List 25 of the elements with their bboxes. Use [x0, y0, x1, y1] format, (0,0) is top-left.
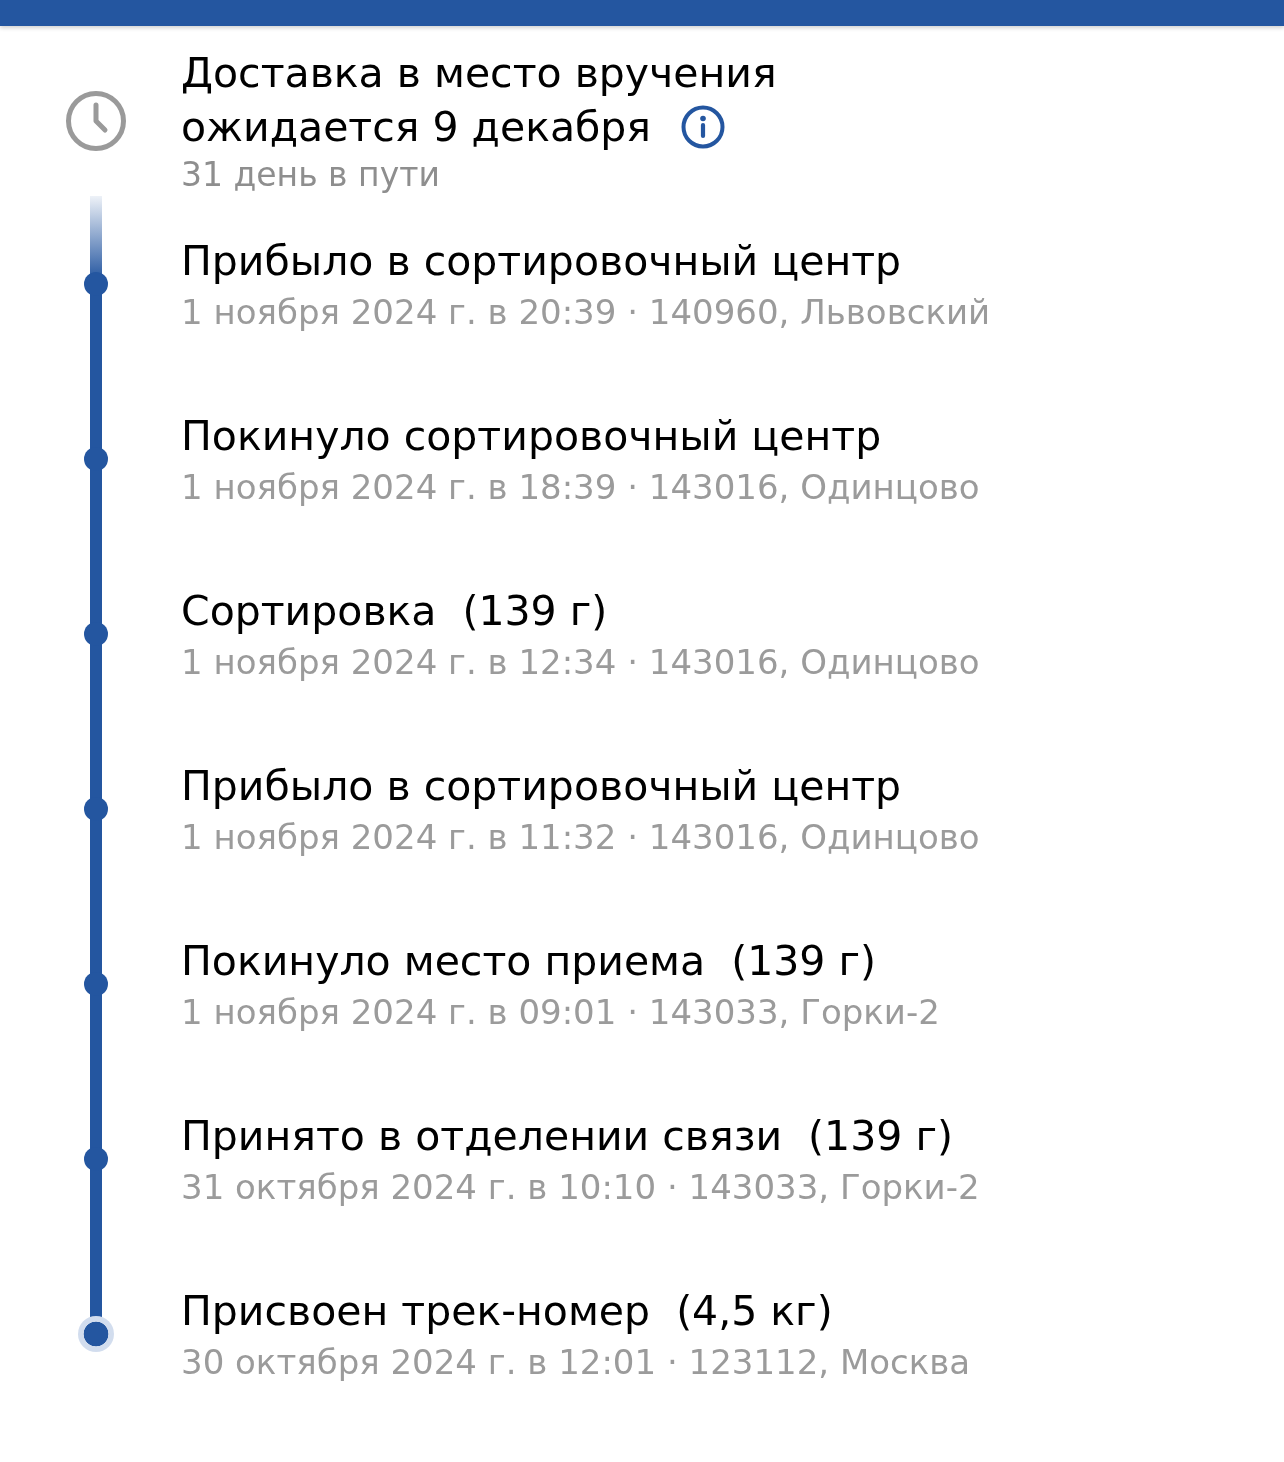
weight-label: (139 г) [731, 937, 876, 985]
event-title: Присвоен трек-номер [181, 1287, 651, 1335]
weight-label: (139 г) [462, 587, 608, 635]
transit-days: 31 день в пути [181, 154, 1284, 196]
info-icon[interactable] [681, 105, 726, 149]
weight-label: (139 г) [808, 1112, 953, 1160]
event-details: 1 ноября 2024 г. в 18:39 · 143016, Одинцово [181, 466, 981, 509]
event-title: Сортировка [181, 587, 437, 635]
event-details: 31 октября 2024 г. в 10:10 · 143033, Горки-2 [181, 1166, 981, 1209]
event-title: Прибыло в сортировочный центр [181, 237, 902, 285]
event-title: Принято в отделении связи [181, 1112, 783, 1160]
event-details: 1 ноября 2024 г. в 09:01 · 143033, Горки-2 [181, 991, 941, 1034]
event-title: Прибыло в сортировочный центр [181, 762, 902, 810]
event-details: 1 ноября 2024 г. в 20:39 · 140960, Львовский [181, 291, 992, 334]
delivery-estimate: ожидается 9 декабря [181, 102, 652, 153]
event-details: 1 ноября 2024 г. в 11:32 · 143016, Одинцово [181, 816, 981, 859]
timeline-dot-icon [84, 272, 108, 296]
delivery-estimate: Доставка в место вручения [181, 48, 777, 99]
start-dot-icon [78, 1316, 114, 1352]
clock-icon [65, 90, 127, 152]
event-details: 30 октября 2024 г. в 12:01 · 123112, Москва [181, 1341, 972, 1384]
weight-label: (4,5 кг) [676, 1287, 833, 1335]
event-title: Покинуло сортировочный центр [181, 412, 882, 460]
event-title: Покинуло место приема [181, 937, 706, 985]
event-details: 1 ноября 2024 г. в 12:34 · 143016, Одинцово [181, 641, 981, 684]
